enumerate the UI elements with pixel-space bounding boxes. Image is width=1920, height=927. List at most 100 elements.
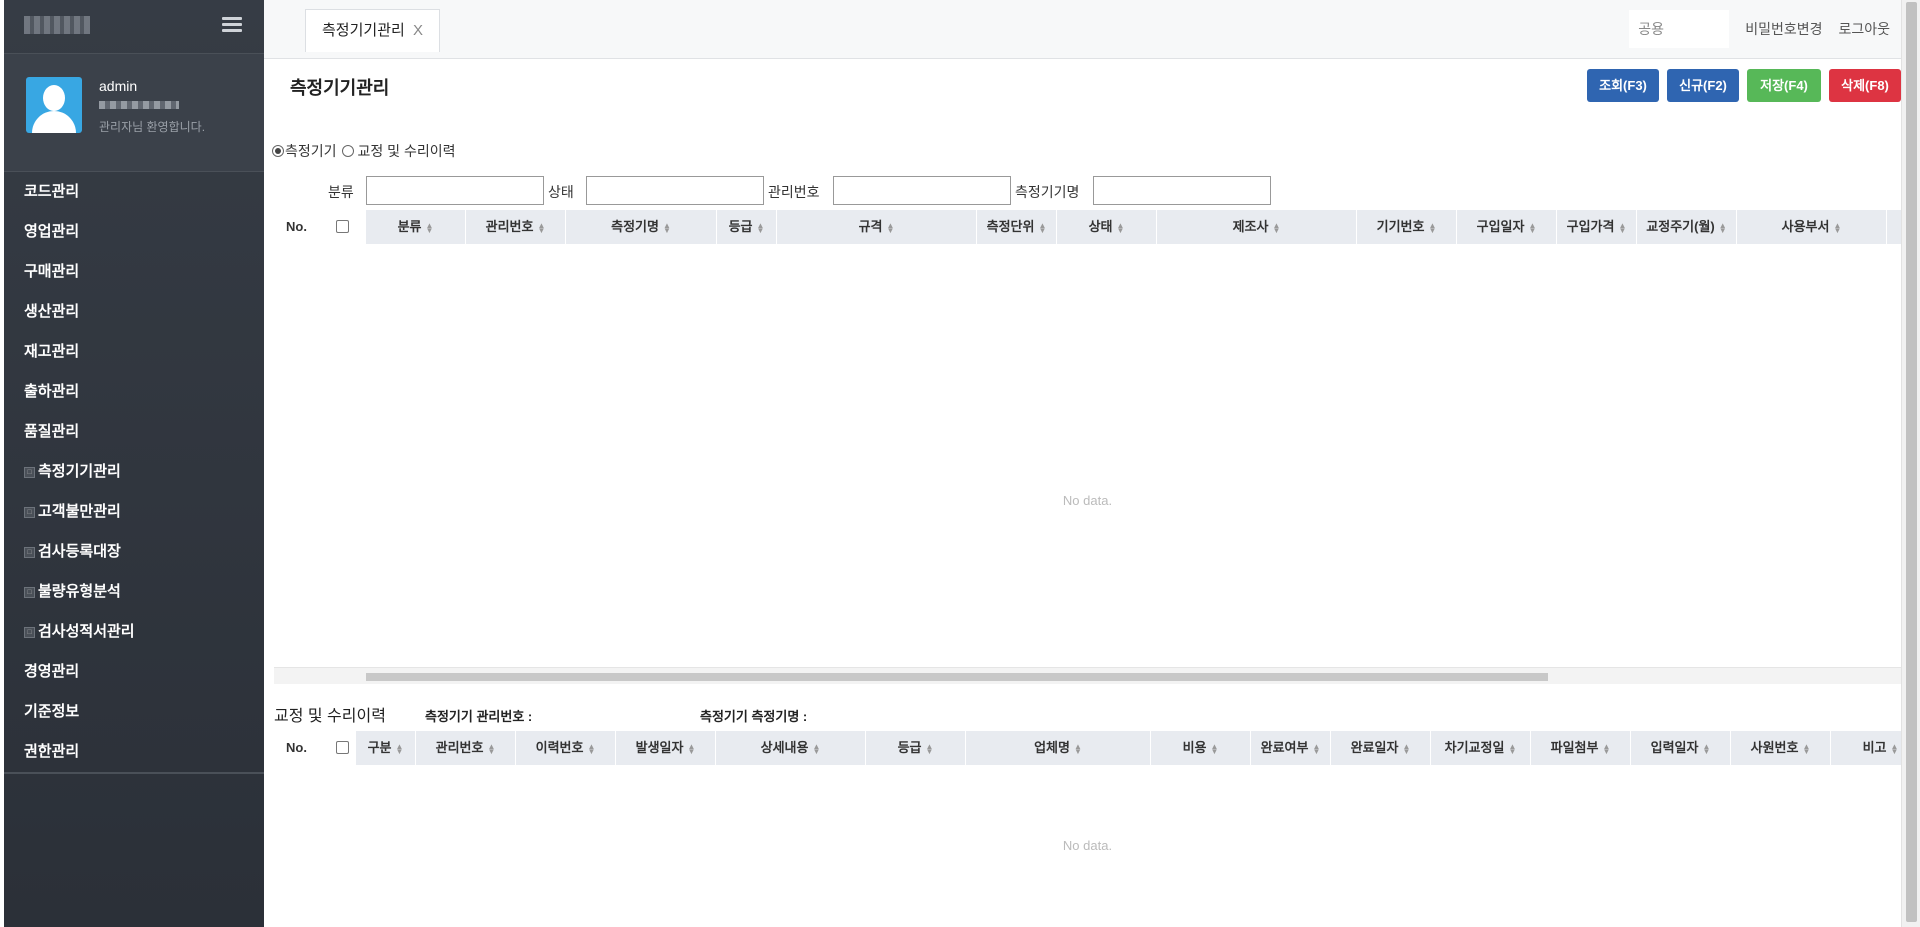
- history-grid-col-header[interactable]: 비용 ▲ ▼: [1151, 731, 1251, 765]
- logout-link[interactable]: 로그아웃: [1838, 19, 1890, 39]
- history-grid-col-header[interactable]: 구분 ▲ ▼: [356, 731, 416, 765]
- filter-category-input[interactable]: [366, 176, 544, 205]
- sort-icon[interactable]: ▲ ▼: [926, 742, 934, 755]
- history-grid-col-header[interactable]: 관리번호 ▲ ▼: [416, 731, 516, 765]
- sort-icon[interactable]: ▲ ▼: [1528, 221, 1536, 234]
- sidebar-item[interactable]: □ 측정기기관리: [4, 452, 264, 492]
- delete-button[interactable]: 삭제(F8): [1829, 69, 1901, 102]
- shared-selector[interactable]: 공용: [1629, 10, 1730, 48]
- change-password-link[interactable]: 비밀번호변경: [1745, 19, 1822, 39]
- device-grid-col-header[interactable]: 분류 ▲ ▼: [366, 210, 466, 244]
- sort-icon[interactable]: ▲ ▼: [587, 742, 595, 755]
- hamburger-menu-icon[interactable]: [222, 17, 242, 33]
- save-button[interactable]: 저장(F4): [1747, 69, 1821, 102]
- device-grid-col-header[interactable]: 구입가격 ▲ ▼: [1557, 210, 1637, 244]
- device-grid-col-header[interactable]: 사용부서 ▲ ▼: [1737, 210, 1887, 244]
- history-grid-col-header[interactable]: 발생일자 ▲ ▼: [616, 731, 716, 765]
- sort-icon[interactable]: ▲ ▼: [1211, 742, 1219, 755]
- sidebar-item[interactable]: □ 검사등록대장: [4, 532, 264, 572]
- sort-icon[interactable]: ▲ ▼: [1272, 221, 1280, 234]
- sidebar-item[interactable]: 품질관리: [4, 412, 264, 452]
- history-grid-col-label: 비용: [1182, 740, 1207, 755]
- sidebar-item[interactable]: □ 고객불만관리: [4, 492, 264, 532]
- history-grid-col-header[interactable]: 완료일자 ▲ ▼: [1331, 731, 1431, 765]
- sidebar-item[interactable]: 재고관리: [4, 332, 264, 372]
- history-grid-col-header[interactable]: 입력일자 ▲ ▼: [1631, 731, 1731, 765]
- filter-status-input[interactable]: [586, 176, 764, 205]
- sort-icon[interactable]: ▲ ▼: [1802, 742, 1810, 755]
- sidebar-item-label: 출하관리: [24, 383, 80, 400]
- device-grid-col-header[interactable]: 기기번호 ▲ ▼: [1357, 210, 1457, 244]
- radio-history[interactable]: [341, 145, 354, 157]
- sidebar-item[interactable]: 기준정보: [4, 692, 264, 732]
- tab-measuring-device[interactable]: 측정기기관리 X: [305, 9, 440, 52]
- device-grid-col-header[interactable]: 교정주기(월) ▲ ▼: [1637, 210, 1737, 244]
- device-grid-col-header[interactable]: 상태 ▲ ▼: [1057, 210, 1157, 244]
- device-grid-col-header[interactable]: 제조사 ▲ ▼: [1157, 210, 1357, 244]
- sort-icon[interactable]: ▲ ▼: [1074, 742, 1082, 755]
- sidebar-item[interactable]: 경영관리: [4, 652, 264, 692]
- sidebar-item[interactable]: 구매관리: [4, 252, 264, 292]
- device-grid-col-label: 상태: [1088, 219, 1113, 234]
- device-grid-col-header[interactable]: 규격 ▲ ▼: [777, 210, 977, 244]
- device-grid-col-header[interactable]: 구입일자 ▲ ▼: [1457, 210, 1557, 244]
- history-grid-col-header[interactable]: 사원번호 ▲ ▼: [1731, 731, 1831, 765]
- sort-icon[interactable]: ▲ ▼: [1833, 221, 1841, 234]
- device-grid-col-header[interactable]: 등급 ▲ ▼: [717, 210, 777, 244]
- history-grid-col-header[interactable]: 이력번호 ▲ ▼: [516, 731, 616, 765]
- filter-device-name-input[interactable]: [1093, 176, 1271, 205]
- device-grid-hscrollbar[interactable]: [274, 667, 1901, 684]
- sidebar-item-label: 구매관리: [24, 263, 80, 280]
- device-grid-col-label: 기기번호: [1376, 219, 1425, 234]
- sort-icon[interactable]: ▲ ▼: [1038, 221, 1046, 234]
- sidebar-item[interactable]: □ 검사성적서관리: [4, 612, 264, 652]
- sort-icon[interactable]: ▲ ▼: [1891, 742, 1899, 755]
- history-grid-col-header[interactable]: 업체명 ▲ ▼: [966, 731, 1151, 765]
- sort-icon[interactable]: ▲ ▼: [1312, 742, 1320, 755]
- filter-mgmt-no-input[interactable]: [833, 176, 1011, 205]
- sort-icon[interactable]: ▲ ▼: [887, 221, 895, 234]
- tab-close-icon[interactable]: X: [413, 22, 423, 39]
- history-grid-col-label: 사원번호: [1750, 740, 1799, 755]
- sort-icon[interactable]: ▲ ▼: [1602, 742, 1610, 755]
- device-grid-select-all-checkbox[interactable]: [336, 220, 349, 233]
- history-grid-col-header[interactable]: 등급 ▲ ▼: [866, 731, 966, 765]
- sort-icon[interactable]: ▲ ▼: [812, 742, 820, 755]
- sort-icon[interactable]: ▲ ▼: [1719, 221, 1727, 234]
- new-button[interactable]: 신규(F2): [1667, 69, 1739, 102]
- sort-icon[interactable]: ▲ ▼: [757, 221, 765, 234]
- sort-icon[interactable]: ▲ ▼: [1702, 742, 1710, 755]
- history-grid-select-all-checkbox[interactable]: [336, 741, 349, 754]
- sort-icon[interactable]: ▲ ▼: [487, 742, 495, 755]
- device-grid-col-header[interactable]: 관리번호 ▲ ▼: [466, 210, 566, 244]
- sort-icon[interactable]: ▲ ▼: [687, 742, 695, 755]
- sidebar-item[interactable]: □ 불량유형분석: [4, 572, 264, 612]
- sidebar-item[interactable]: 권한관리: [4, 732, 264, 772]
- radio-history-label: 교정 및 수리이력: [357, 143, 456, 159]
- page-vscrollbar[interactable]: [1901, 0, 1920, 927]
- sidebar-item[interactable]: 영업관리: [4, 212, 264, 252]
- sort-icon[interactable]: ▲ ▼: [396, 742, 404, 755]
- sort-icon[interactable]: ▲ ▼: [1117, 221, 1125, 234]
- radio-device[interactable]: [272, 145, 284, 157]
- sidebar-item[interactable]: 출하관리: [4, 372, 264, 412]
- sidebar-item[interactable]: 코드관리: [4, 172, 264, 212]
- sidebar-item-label: 재고관리: [24, 343, 80, 360]
- sort-icon[interactable]: ▲ ▼: [537, 221, 545, 234]
- search-button[interactable]: 조회(F3): [1587, 69, 1659, 102]
- history-grid-col-header[interactable]: 상세내용 ▲ ▼: [716, 731, 866, 765]
- sort-icon[interactable]: ▲ ▼: [426, 221, 434, 234]
- sort-icon[interactable]: ▲ ▼: [1402, 742, 1410, 755]
- history-grid-col-header[interactable]: 차기교정일 ▲ ▼: [1431, 731, 1531, 765]
- device-grid-col-header[interactable]: 측정단위 ▲ ▼: [977, 210, 1057, 244]
- history-grid-col-header: No.: [274, 731, 320, 765]
- sort-icon[interactable]: ▲ ▼: [1508, 742, 1516, 755]
- history-grid-col-header[interactable]: 완료여부 ▲ ▼: [1251, 731, 1331, 765]
- device-grid-col-header[interactable]: 측정기명 ▲ ▼: [566, 210, 717, 244]
- sort-icon[interactable]: ▲ ▼: [1618, 221, 1626, 234]
- sort-icon[interactable]: ▲ ▼: [1428, 221, 1436, 234]
- sort-icon[interactable]: ▲ ▼: [663, 221, 671, 234]
- history-grid-col-header[interactable]: 파일첨부 ▲ ▼: [1531, 731, 1631, 765]
- filter-mgmt-no-label: 관리번호: [768, 184, 820, 200]
- sidebar-item[interactable]: 생산관리: [4, 292, 264, 332]
